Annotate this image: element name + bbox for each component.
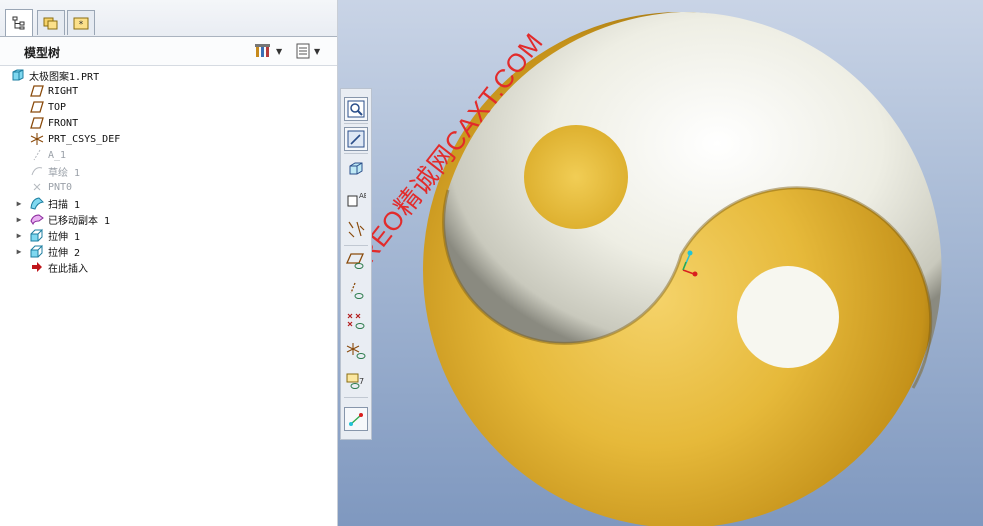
svg-text:7: 7 — [359, 377, 364, 386]
expand-toggle-icon[interactable]: ▶ — [15, 230, 23, 240]
tree-node-sketch[interactable]: 草绘 1 — [29, 163, 80, 179]
navigator-panel: * 模型树 ▼ ▼ 太极图案1.PRT RIGHT TOP FRONT PRT_… — [0, 0, 338, 526]
tree-root[interactable]: 太极图案1.PRT — [10, 67, 99, 83]
toolbar-separator — [344, 153, 368, 154]
axis-display-icon — [350, 282, 364, 299]
tab-favorites[interactable]: * — [67, 10, 95, 35]
datum-point-icon — [29, 180, 45, 194]
tools-icon — [255, 44, 270, 57]
datum-plane-icon — [29, 116, 45, 130]
saved-views-icon — [349, 162, 363, 175]
tree-node-label: RIGHT — [48, 85, 79, 97]
view-orientation-icon: AB — [347, 192, 366, 207]
annotation-display-icon: 7 — [346, 373, 364, 389]
chevron-down-icon: ▼ — [314, 46, 321, 56]
datum-display-icon — [348, 221, 365, 238]
favorites-icon: * — [73, 17, 89, 30]
svg-text:AB: AB — [359, 192, 366, 200]
tree-node-sweep[interactable]: 扫描 1 — [29, 195, 80, 211]
tree-node-label: 已移动副本 1 — [48, 215, 111, 227]
plane-display-icon — [346, 253, 365, 269]
svg-text:*: * — [79, 20, 84, 30]
axis-display-button[interactable] — [344, 279, 368, 303]
datum-axis-icon — [29, 148, 45, 162]
tab-folder-browser[interactable] — [37, 10, 65, 35]
tree-node-label: PNT0 — [48, 181, 73, 193]
tree-node-label: 在此插入 — [48, 263, 88, 275]
sketch-icon — [29, 164, 45, 178]
model-tree-header: 模型树 ▼ ▼ — [0, 37, 337, 66]
tree-node-insert-here[interactable]: 在此插入 — [29, 259, 88, 275]
csys-display-icon — [346, 343, 366, 359]
datum-plane-icon — [29, 100, 45, 114]
refit-icon — [347, 100, 365, 118]
view-orientation-button[interactable]: AB — [344, 187, 368, 211]
expand-toggle-icon[interactable]: ▶ — [15, 246, 23, 256]
model-tree-title: 模型树 — [24, 46, 61, 60]
tree-node-top[interactable]: TOP — [29, 99, 66, 115]
navigator-tabbar: * — [0, 0, 337, 37]
insert-here-arrow-icon — [29, 260, 45, 274]
tree-node-axis[interactable]: A_1 — [29, 147, 66, 163]
chevron-down-icon: ▼ — [276, 46, 283, 56]
point-display-icon — [347, 313, 365, 329]
list-settings-icon — [296, 43, 310, 59]
folder-browser-icon — [43, 17, 58, 30]
expand-toggle-icon[interactable]: ▶ — [15, 198, 23, 208]
tree-node-label: 草绘 1 — [48, 167, 81, 179]
annotation-display-button[interactable]: 7 — [344, 369, 368, 393]
tree-node-csys[interactable]: PRT_CSYS_DEF — [29, 131, 120, 147]
tree-node-label: TOP — [48, 101, 67, 113]
model-tree-icon — [12, 16, 25, 30]
point-display-button[interactable] — [344, 309, 368, 333]
graphics-window[interactable] — [338, 0, 983, 526]
toolbar-separator — [344, 245, 368, 246]
datum-display-button[interactable] — [344, 217, 368, 241]
tree-node-label: 扫描 1 — [48, 199, 81, 211]
part-icon — [10, 68, 26, 82]
extrude-icon — [29, 228, 45, 242]
coordinate-system-icon — [29, 132, 45, 146]
spin-center-button[interactable] — [344, 407, 368, 431]
sweep-icon — [29, 196, 45, 210]
tree-node-label: FRONT — [48, 117, 79, 129]
tree-node-right[interactable]: RIGHT — [29, 83, 78, 99]
repaint-button[interactable] — [344, 127, 368, 151]
tree-node-label: 拉伸 1 — [48, 231, 81, 243]
datum-plane-icon — [29, 84, 45, 98]
tree-node-moved-copy[interactable]: 已移动副本 1 — [29, 211, 110, 227]
white-eye — [737, 266, 839, 368]
tree-node-label: 拉伸 2 — [48, 247, 81, 259]
tree-node-extrude-1[interactable]: 拉伸 1 — [29, 227, 80, 243]
extrude-icon — [29, 244, 45, 258]
moved-copy-icon — [29, 212, 45, 226]
spin-center-icon — [349, 413, 363, 426]
expand-toggle-icon[interactable]: ▶ — [15, 214, 23, 224]
tree-node-point[interactable]: PNT0 — [29, 179, 72, 195]
repaint-icon — [347, 130, 365, 148]
plane-display-button[interactable] — [344, 249, 368, 273]
tree-settings-button[interactable]: ▼ — [254, 42, 282, 60]
tree-node-extrude-2[interactable]: 拉伸 2 — [29, 243, 80, 259]
tree-node-front[interactable]: FRONT — [29, 115, 78, 131]
csys-display-button[interactable] — [344, 339, 368, 363]
yin-yang-model[interactable] — [338, 0, 983, 526]
gold-eye — [524, 125, 628, 229]
view-toolbar: AB 7 — [340, 88, 372, 440]
refit-button[interactable] — [344, 97, 368, 121]
toolbar-separator — [344, 123, 368, 124]
saved-views-button[interactable] — [344, 157, 368, 181]
tree-node-label: PRT_CSYS_DEF — [48, 133, 121, 145]
tree-display-button[interactable]: ▼ — [296, 42, 320, 60]
tree-node-label: A_1 — [48, 149, 67, 161]
tree-root-label: 太极图案1.PRT — [29, 71, 100, 83]
toolbar-separator — [344, 397, 368, 398]
tab-model-tree[interactable] — [5, 9, 33, 36]
